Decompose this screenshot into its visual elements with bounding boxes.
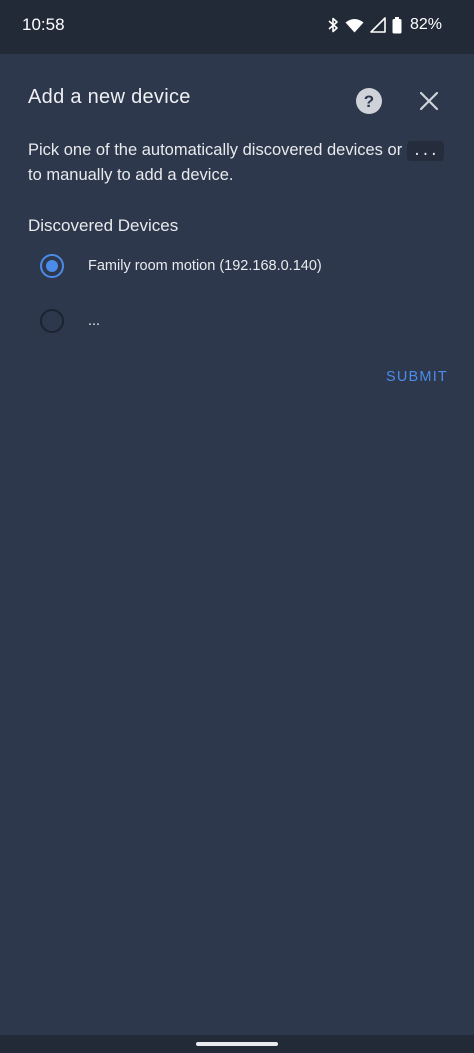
- question-mark-icon: ?: [363, 91, 375, 111]
- bluetooth-icon: [327, 17, 339, 33]
- home-indicator[interactable]: [196, 1042, 278, 1046]
- status-bar: 10:58 82%: [0, 0, 474, 54]
- radio-button-unselected[interactable]: [40, 309, 64, 333]
- status-icons: 82%: [327, 14, 442, 36]
- close-button[interactable]: [417, 89, 441, 113]
- description-prefix: Pick one of the automatically discovered…: [28, 141, 403, 159]
- battery-percent: 82%: [409, 16, 442, 33]
- radio-button-selected[interactable]: [40, 254, 64, 278]
- help-button[interactable]: ?: [356, 88, 382, 114]
- device-option-label: ...: [88, 313, 101, 329]
- dialog-description: Pick one of the automatically discovered…: [28, 138, 458, 188]
- device-option-family-room[interactable]: Family room motion (192.168.0.140): [40, 254, 322, 278]
- submit-button[interactable]: SUBMIT: [386, 369, 448, 385]
- signal-icon: [370, 17, 386, 33]
- device-option-manual[interactable]: ...: [40, 309, 100, 333]
- device-option-label: Family room motion (192.168.0.140): [88, 258, 322, 274]
- description-suffix: to manually to add a device.: [28, 166, 234, 184]
- wifi-icon: [345, 18, 364, 33]
- battery-icon: [392, 16, 402, 34]
- dialog-title: Add a new device: [28, 86, 191, 108]
- manual-entry-code: ...: [406, 141, 445, 161]
- add-device-dialog: Add a new device ? Pick one of the autom…: [0, 54, 474, 1035]
- navigation-bar: [0, 1035, 474, 1053]
- discovered-devices-label: Discovered Devices: [28, 216, 179, 235]
- close-icon: [419, 91, 439, 111]
- status-time: 10:58: [22, 15, 65, 34]
